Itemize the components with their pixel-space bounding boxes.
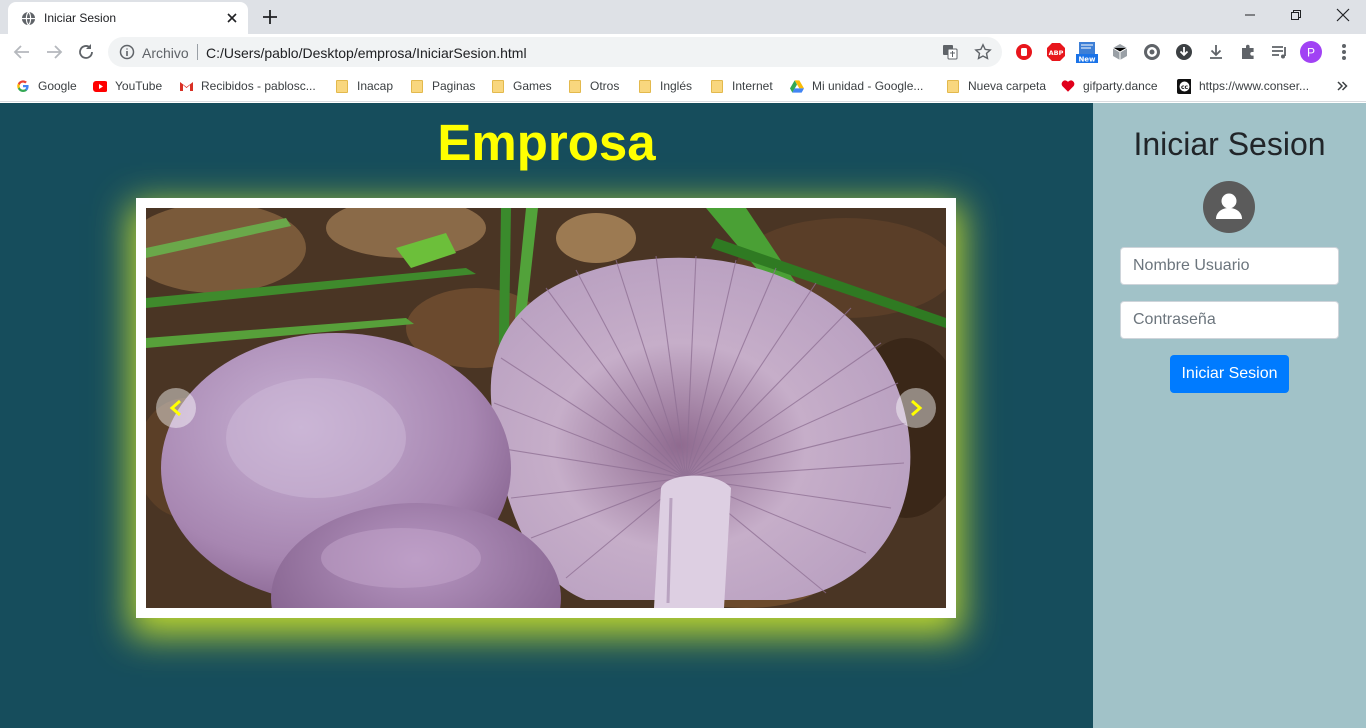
bookmark-conser[interactable]: cc https://www.conser...	[1177, 77, 1309, 95]
address-url[interactable]: C:/Users/pablo/Desktop/emprosa/IniciarSe…	[206, 45, 527, 61]
restore-icon	[1291, 10, 1301, 20]
folder-icon	[410, 79, 424, 93]
password-input[interactable]	[1120, 301, 1339, 339]
close-icon	[1336, 8, 1350, 22]
folder-icon	[335, 79, 349, 93]
cube-extension-icon[interactable]	[1109, 41, 1131, 63]
heart-icon	[1061, 79, 1075, 93]
minimize-icon	[1245, 14, 1255, 16]
new-extension-icon[interactable]: New	[1076, 41, 1098, 63]
cc-icon: cc	[1177, 78, 1191, 94]
browser-tab[interactable]: Iniciar Sesion	[8, 2, 248, 34]
bookmark-inacap[interactable]: Inacap	[335, 77, 393, 95]
arrow-right-icon	[47, 45, 63, 59]
svg-text:New: New	[1078, 56, 1096, 64]
bookmark-label: Paginas	[432, 79, 476, 93]
arrow-left-icon	[13, 45, 29, 59]
bookmark-label: Games	[513, 79, 552, 93]
restore-button[interactable]	[1273, 0, 1319, 30]
bookmark-otros[interactable]: Otros	[568, 77, 619, 95]
translate-icon[interactable]	[942, 44, 958, 60]
downloads-icon[interactable]	[1205, 41, 1227, 63]
browser-toolbar: Archivo C:/Users/pablo/Desktop/emprosa/I…	[0, 34, 1366, 70]
double-chevron-right-icon	[1337, 81, 1348, 91]
bookmark-ingles[interactable]: Inglés	[638, 77, 692, 95]
folder-icon	[946, 79, 960, 93]
user-icon	[1203, 181, 1255, 233]
folder-icon	[638, 79, 652, 93]
adblock-icon[interactable]: ABP	[1045, 41, 1067, 63]
back-button[interactable]	[10, 40, 34, 64]
page-content: Emprosa Iniciar Sesion Nombre Usuario In…	[0, 103, 1366, 728]
bookmark-gifparty[interactable]: gifparty.dance	[1061, 77, 1158, 95]
bookmark-games[interactable]: Games	[491, 77, 552, 95]
gmail-icon	[179, 79, 193, 93]
more-bookmarks-button[interactable]	[1336, 77, 1348, 95]
bookmark-gmail[interactable]: Recibidos - pablosc...	[179, 77, 316, 95]
youtube-icon	[93, 79, 107, 93]
folder-icon	[568, 79, 582, 93]
bookmark-label: Otros	[590, 79, 620, 93]
bookmark-label: Inacap	[357, 79, 394, 93]
image-carousel	[136, 198, 956, 618]
carousel-prev-button[interactable]	[156, 388, 196, 428]
forward-button[interactable]	[42, 40, 66, 64]
reload-icon	[79, 44, 93, 59]
bookmark-label: Inglés	[660, 79, 693, 93]
star-icon[interactable]	[974, 43, 992, 61]
bookmark-google[interactable]: Google	[16, 77, 77, 95]
media-control-icon[interactable]	[1268, 41, 1290, 63]
username-input[interactable]	[1120, 247, 1339, 285]
svg-text:ABP: ABP	[1049, 49, 1064, 57]
info-icon	[119, 44, 135, 60]
address-bar[interactable]: Archivo C:/Users/pablo/Desktop/emprosa/I…	[108, 37, 1002, 67]
bookmark-paginas[interactable]: Paginas	[410, 77, 475, 95]
tab-strip: Iniciar Sesion	[0, 0, 1366, 34]
bookmark-youtube[interactable]: YouTube	[93, 77, 162, 95]
bookmark-label: Recibidos - pablosc...	[201, 79, 316, 93]
main-panel: Emprosa	[0, 103, 1093, 728]
login-panel: Iniciar Sesion Iniciar Sesion	[1093, 103, 1366, 728]
puzzle-icon[interactable]	[1237, 41, 1259, 63]
mushroom-photo	[146, 208, 946, 608]
tab-title: Iniciar Sesion	[44, 11, 117, 25]
profile-avatar[interactable]: P	[1300, 41, 1322, 63]
folder-icon	[491, 79, 505, 93]
bookmark-internet[interactable]: Internet	[710, 77, 773, 95]
google-icon	[16, 79, 30, 93]
menu-icon[interactable]	[1333, 41, 1355, 63]
chevron-left-icon	[169, 399, 181, 417]
download-extension-icon[interactable]	[1173, 41, 1195, 63]
login-button[interactable]: Iniciar Sesion	[1170, 355, 1289, 393]
divider	[197, 44, 198, 60]
bookmark-label: Google	[38, 79, 77, 93]
globe-icon	[21, 11, 36, 26]
chevron-right-icon	[911, 399, 923, 417]
bookmark-nueva-carpeta[interactable]: Nueva carpeta	[946, 77, 1046, 95]
bookmark-drive[interactable]: Mi unidad - Google...	[790, 77, 923, 95]
drive-icon	[790, 79, 804, 93]
login-title: Iniciar Sesion	[1133, 126, 1326, 162]
address-scheme: Archivo	[142, 45, 189, 61]
bookmark-label: Nueva carpeta	[968, 79, 1047, 93]
bookmark-label: gifparty.dance	[1083, 79, 1158, 93]
bookmarks-bar: Google YouTube Recibidos - pablosc... In…	[0, 70, 1366, 102]
svg-text:cc: cc	[1181, 84, 1189, 91]
reload-button[interactable]	[74, 40, 98, 64]
carousel-slide	[146, 208, 946, 608]
stop-extension-icon[interactable]	[1013, 41, 1035, 63]
profile-initial: P	[1307, 46, 1315, 60]
folder-icon	[710, 79, 724, 93]
carousel-next-button[interactable]	[896, 388, 936, 428]
bookmark-label: YouTube	[115, 79, 163, 93]
brand-title: Emprosa	[437, 114, 656, 171]
minimize-button[interactable]	[1227, 0, 1273, 30]
bookmark-label: Mi unidad - Google...	[812, 79, 924, 93]
film-extension-icon[interactable]	[1141, 41, 1163, 63]
bookmark-label: Internet	[732, 79, 773, 93]
close-icon[interactable]	[224, 10, 240, 26]
bookmark-label: https://www.conser...	[1199, 79, 1310, 93]
window-close-button[interactable]	[1320, 0, 1366, 30]
new-tab-icon[interactable]	[260, 7, 280, 27]
